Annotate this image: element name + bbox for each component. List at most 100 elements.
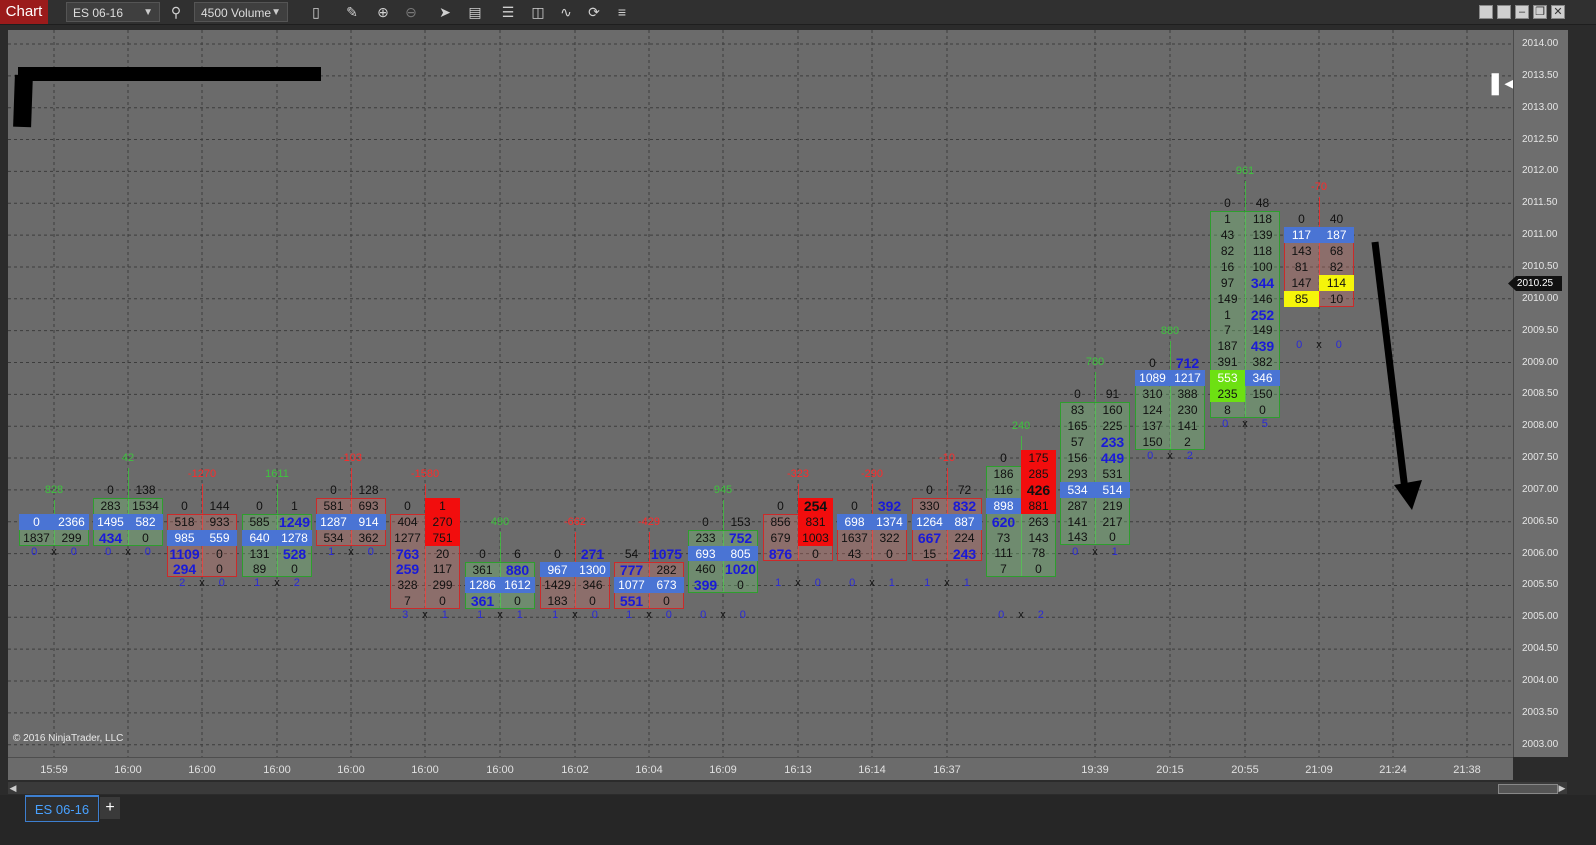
- data-box-icon[interactable]: ▤: [465, 2, 485, 22]
- bid-count: 0: [998, 609, 1005, 622]
- ask-volume-cell: 78: [1031, 546, 1046, 561]
- bar-style-icon[interactable]: ▯: [306, 2, 326, 22]
- bid-count: 1: [626, 609, 633, 622]
- price-axis-label: 2010.50: [1522, 260, 1559, 272]
- bid-volume-cell: 898: [993, 498, 1014, 513]
- add-tab-button[interactable]: +: [100, 797, 120, 819]
- bar-delta: 961: [1235, 165, 1255, 178]
- scroll-right-icon[interactable]: ▶: [1557, 782, 1567, 794]
- scroll-to-end-icon[interactable]: ❚◀: [1486, 70, 1513, 96]
- bid-volume-cell: 116: [993, 482, 1014, 497]
- ask-count: 2: [1186, 450, 1193, 463]
- times-sign: x: [422, 609, 428, 622]
- ask-volume-cell: 914: [358, 514, 379, 529]
- time-axis-label: 16:00: [337, 764, 365, 776]
- bid-x-ask-readout: 0x1: [1072, 546, 1118, 558]
- times-sign: x: [274, 577, 280, 590]
- bid-count: 0: [31, 545, 38, 558]
- window-tile-icon[interactable]: [1497, 5, 1511, 19]
- bid-volume-cell: 763: [395, 545, 420, 562]
- price-axis-label: 2005.00: [1522, 611, 1559, 623]
- bid-volume-cell: 0: [1000, 451, 1007, 466]
- times-sign: x: [1242, 418, 1248, 431]
- ask-volume-cell: 346: [582, 578, 603, 593]
- price-axis-label: 2013.00: [1522, 101, 1559, 113]
- bid-x-ask-readout: 0x0: [31, 546, 77, 558]
- price-axis-label: 2011.00: [1522, 229, 1558, 241]
- scroll-left-icon[interactable]: ◀: [8, 782, 18, 794]
- ask-volume-cell: 254: [803, 497, 828, 514]
- strategies-icon[interactable]: ∿: [556, 2, 576, 22]
- times-sign: x: [572, 609, 578, 622]
- close-icon[interactable]: ✕: [1551, 5, 1565, 19]
- ask-volume-cell: 346: [1252, 371, 1273, 386]
- time-axis-label: 20:15: [1156, 764, 1184, 776]
- zoom-in-icon[interactable]: ⊕: [373, 2, 393, 22]
- bid-volume-cell: 0: [926, 482, 933, 497]
- bid-volume-cell: 1286: [469, 578, 496, 593]
- bid-volume-cell: 856: [770, 514, 791, 529]
- templates-icon[interactable]: ◫: [528, 2, 548, 22]
- price-axis-label: 2004.00: [1522, 675, 1559, 686]
- bid-volume-cell: 8: [1224, 402, 1231, 417]
- reload-icon[interactable]: ⟳: [584, 2, 604, 22]
- bid-volume-cell: 1277: [394, 530, 421, 545]
- bar-delta: 780: [1085, 356, 1105, 369]
- pointer-icon[interactable]: ➤: [435, 2, 455, 22]
- ask-volume-cell: 217: [1102, 514, 1123, 529]
- ask-count: 2: [1037, 609, 1044, 622]
- bar-delta: 490: [490, 515, 510, 528]
- tile-icon[interactable]: [1479, 5, 1493, 19]
- bid-volume-cell: 460: [695, 562, 716, 577]
- bid-volume-cell: 553: [1217, 371, 1238, 386]
- ask-volume-cell: 832: [952, 497, 977, 514]
- time-axis-label: 16:00: [486, 764, 514, 776]
- price-axis-label: 2005.50: [1522, 579, 1559, 591]
- bid-volume-cell: 693: [695, 546, 716, 561]
- price-axis-label: 2007.50: [1522, 452, 1559, 464]
- bid-volume-cell: 0: [181, 498, 188, 513]
- ask-volume-cell: 100: [1252, 259, 1273, 274]
- bid-volume-cell: 83: [1070, 403, 1085, 418]
- bid-volume-cell: 183: [547, 594, 568, 609]
- bid-volume-cell: 16: [1220, 259, 1235, 274]
- ask-volume-cell: 128: [358, 482, 379, 497]
- bar-delta: 42: [121, 451, 135, 464]
- list-icon[interactable]: ≡: [612, 2, 632, 22]
- bid-volume-cell: 518: [174, 514, 195, 529]
- ask-volume-cell: 392: [877, 497, 902, 514]
- minimize-icon[interactable]: –: [1515, 5, 1529, 19]
- interval-selector[interactable]: 4500 Volume ▼: [194, 2, 288, 22]
- search-icon[interactable]: ⚲: [166, 2, 186, 22]
- price-axis[interactable]: 2014.00 2013.50 2013.00 2012.50 2012.00 2011.…: [1513, 30, 1568, 757]
- bid-count: 1: [254, 577, 261, 590]
- ask-volume-cell: 693: [358, 498, 379, 513]
- bid-volume-cell: 89: [252, 562, 267, 577]
- time-axis[interactable]: 15:59 16:00 16:00 16:00 16:00 16:00 16:00 16:02…: [8, 757, 1513, 780]
- horizontal-scrollbar[interactable]: ◀ ▶: [8, 782, 1567, 794]
- properties-icon[interactable]: ☰: [498, 2, 518, 22]
- scroll-thumb[interactable]: [1498, 784, 1558, 794]
- ask-count: 1: [516, 609, 523, 622]
- bar-delta: 1611: [265, 467, 289, 480]
- instrument-selector[interactable]: ES 06-16 ▼: [66, 2, 160, 22]
- copyright-label: © 2016 NinjaTrader, LLC: [13, 733, 124, 744]
- times-sign: x: [869, 577, 875, 590]
- instrument-label: ES 06-16: [73, 6, 124, 20]
- price-axis-label: 2008.00: [1522, 420, 1559, 432]
- ask-volume-cell: 0: [291, 562, 298, 577]
- zoom-out-icon[interactable]: ⊖: [401, 2, 421, 22]
- restore-icon[interactable]: ❐: [1533, 5, 1547, 19]
- bid-x-ask-readout: 3x1: [402, 609, 448, 621]
- bid-count: 0: [700, 609, 707, 622]
- ask-volume-cell: 149: [1252, 323, 1273, 338]
- pencil-icon[interactable]: ✎: [342, 2, 362, 22]
- bid-volume-cell: 149: [1217, 291, 1238, 306]
- ask-volume-cell: 1217: [1174, 371, 1201, 386]
- ask-volume-cell: 20: [435, 546, 450, 561]
- ask-volume-cell: 0: [589, 594, 596, 609]
- bid-volume-cell: 259: [395, 561, 420, 578]
- ask-count: 0: [1335, 338, 1342, 351]
- tab-es-06-16[interactable]: ES 06-16: [25, 795, 99, 822]
- chart-panel[interactable]: 828 0 2366 1837 299 0 x 0 42 0 138 283 1534 1495 582 43…: [8, 30, 1513, 757]
